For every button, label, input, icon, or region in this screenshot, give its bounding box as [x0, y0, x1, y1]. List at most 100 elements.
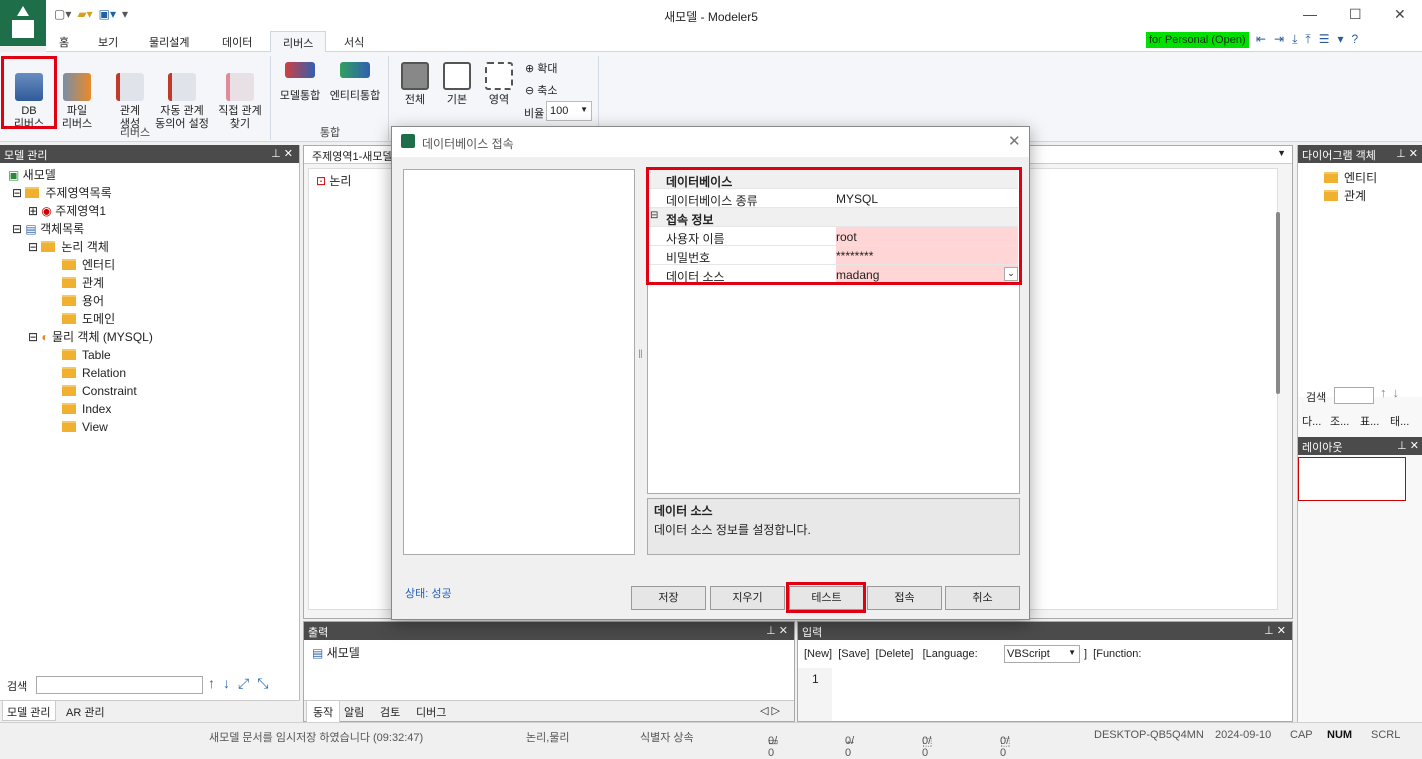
tree-item[interactable]: ⊞ ◉ 주제영역1: [8, 202, 153, 220]
pin-close-icons[interactable]: ⊥ ✕: [1264, 624, 1286, 637]
folder-icon: [62, 259, 76, 270]
script-toolbar[interactable]: [New] [Save] [Delete] [Language:: [804, 648, 978, 660]
tree-item[interactable]: Index: [8, 400, 153, 418]
entity-merge-icon: [340, 62, 370, 78]
view-all-button[interactable]: 전체: [398, 62, 432, 107]
list-item[interactable]: 엔티티: [1324, 169, 1422, 187]
splitter-handle[interactable]: ‖: [638, 347, 643, 361]
pin-close-icons[interactable]: ⊥ ✕: [1396, 147, 1418, 160]
pin-close-icons[interactable]: ⊥ ✕: [1397, 439, 1419, 452]
right-search-input[interactable]: [1334, 387, 1374, 404]
close-button[interactable]: ✕: [1394, 6, 1406, 23]
scroll-arrows-icon[interactable]: ◁ ▷: [760, 704, 780, 717]
status-bar: 새모델 문서를 임시저장 하였습니다 (09:32:47) 논리,물리 식별자 …: [0, 722, 1422, 759]
entity-merge-button[interactable]: 엔티티통합: [326, 62, 384, 103]
zoom-out-button[interactable]: ⊖ 축소: [525, 82, 558, 98]
tab-review[interactable]: 검토: [380, 704, 400, 720]
status-date: 2024-09-10: [1215, 729, 1272, 741]
view-area-button[interactable]: 영역: [482, 62, 516, 107]
tab-dropdown-icon[interactable]: ▼: [1277, 148, 1286, 158]
tree-item[interactable]: 엔터티: [8, 256, 153, 274]
pin-close-icons[interactable]: ⊥ ✕: [271, 147, 293, 160]
tree-item[interactable]: ⊟ 주제영역목록: [8, 184, 153, 202]
tab-model-manage[interactable]: 모델 관리: [2, 701, 56, 721]
minimize-button[interactable]: —: [1303, 6, 1317, 22]
dialog-close-icon[interactable]: ✕: [1008, 132, 1021, 150]
subject-area-icon: ◉: [41, 204, 56, 218]
right-search-nav-icons[interactable]: ↑↓: [1380, 385, 1405, 400]
minus-circle-icon: ⊖: [525, 85, 538, 97]
tab-da[interactable]: 다...: [1302, 413, 1321, 429]
connect-button[interactable]: 접속: [867, 586, 942, 610]
tab-format[interactable]: 서식: [344, 34, 364, 50]
language-select[interactable]: VBScript ▼: [1004, 645, 1080, 663]
diagram-object-list: 엔티티 관계: [1298, 163, 1422, 397]
left-search-input[interactable]: [36, 676, 203, 694]
folder-icon: [41, 241, 56, 252]
group-reverse-label: 리버스: [119, 127, 151, 139]
tree-item[interactable]: Relation: [8, 364, 153, 382]
vertical-scrollbar[interactable]: [1276, 212, 1280, 394]
input-header: 입력 ⊥ ✕: [798, 622, 1292, 640]
tree-item[interactable]: ▣ 새모델: [8, 166, 153, 184]
clear-button[interactable]: 지우기: [710, 586, 785, 610]
tab-debug[interactable]: 디버그: [416, 704, 446, 720]
license-badge[interactable]: for Personal (Open): [1146, 32, 1249, 48]
layout-header: 레이아웃 ⊥ ✕: [1298, 437, 1422, 455]
model-merge-button[interactable]: 모델통합: [276, 62, 324, 103]
tab-alert[interactable]: 알림: [344, 704, 364, 720]
tree-item[interactable]: ⊟ ◐ 물리 객체 (MYSQL): [8, 328, 153, 346]
cancel-button[interactable]: 취소: [945, 586, 1020, 610]
layout-icons[interactable]: ⇤⇥⤓⤒☰▾?: [1256, 32, 1366, 47]
zoom-ratio-select[interactable]: 100 ▼: [546, 101, 592, 121]
direct-relation-button[interactable]: 직접 관계 찾기: [214, 60, 266, 131]
find-wand-icon: [226, 73, 254, 101]
tab-action[interactable]: 동작: [306, 701, 341, 724]
tab-tae[interactable]: 태...: [1390, 413, 1409, 429]
tab-home[interactable]: 홈: [59, 34, 69, 50]
left-tab-bar: 모델 관리 AR 관리: [0, 700, 300, 722]
chevron-down-icon: ▼: [1068, 648, 1076, 657]
tree-item[interactable]: 용어: [8, 292, 153, 310]
model-tree: ▣ 새모델 ⊟ 주제영역목록 ⊞ ◉ 주제영역1 ⊟ ▤ 객체목록 ⊟ 논리 객…: [8, 166, 153, 436]
layout-preview[interactable]: [1298, 457, 1406, 501]
folder-icon: [62, 295, 76, 306]
output-header: 출력 ⊥ ✕: [304, 622, 794, 640]
folder-icon: [62, 421, 76, 432]
line-number: 1: [798, 668, 832, 721]
tree-item[interactable]: View: [8, 418, 153, 436]
connection-list[interactable]: [403, 169, 635, 555]
tree-item[interactable]: 관계: [8, 274, 153, 292]
object-list-icon: ▤: [25, 222, 41, 236]
left-search-label: 검색: [7, 681, 28, 693]
tree-item[interactable]: ⊟ 논리 객체: [8, 238, 153, 256]
folder-icon: [1324, 190, 1338, 201]
menu-tab-bar: 홈 보기 물리설계 데이터 리버스 서식 for Personal (Open)…: [46, 30, 1422, 53]
script-editor[interactable]: [834, 668, 1274, 721]
list-item[interactable]: 관계: [1324, 187, 1422, 205]
dialog-title: 데이터베이스 접속: [422, 137, 514, 151]
left-search-nav-icons[interactable]: ↑↓⤢⤡: [208, 675, 276, 692]
view-basic-button[interactable]: 기본: [440, 62, 474, 107]
save-button[interactable]: 저장: [631, 586, 706, 610]
connection-status: 상태: 성공: [405, 588, 452, 600]
zoom-in-button[interactable]: ⊕ 확대: [525, 60, 558, 76]
tree-item[interactable]: ⊟ ▤ 객체목록: [8, 220, 153, 238]
tab-physical[interactable]: 물리설계: [149, 34, 189, 50]
file-reverse-button[interactable]: 파일 리버스: [56, 60, 98, 131]
tab-view[interactable]: 보기: [98, 34, 118, 50]
pin-close-icons[interactable]: ⊥ ✕: [766, 624, 788, 637]
tab-reverse[interactable]: 리버스: [270, 31, 327, 53]
tab-data[interactable]: 데이터: [222, 34, 252, 50]
tab-ar-manage[interactable]: AR 관리: [66, 704, 105, 720]
output-item[interactable]: ▤ 새모델: [304, 640, 794, 665]
ribbon-separator: [270, 56, 271, 140]
tree-item[interactable]: 도메인: [8, 310, 153, 328]
tree-item[interactable]: Table: [8, 346, 153, 364]
tab-pyo[interactable]: 표...: [1360, 413, 1379, 429]
maximize-button[interactable]: ☐: [1349, 6, 1362, 23]
auto-relation-button[interactable]: 자동 관계 동의어 설정: [152, 60, 212, 131]
tab-jo[interactable]: 조...: [1330, 413, 1349, 429]
relation-create-button[interactable]: 관계 생성: [110, 60, 150, 131]
tree-item[interactable]: Constraint: [8, 382, 153, 400]
